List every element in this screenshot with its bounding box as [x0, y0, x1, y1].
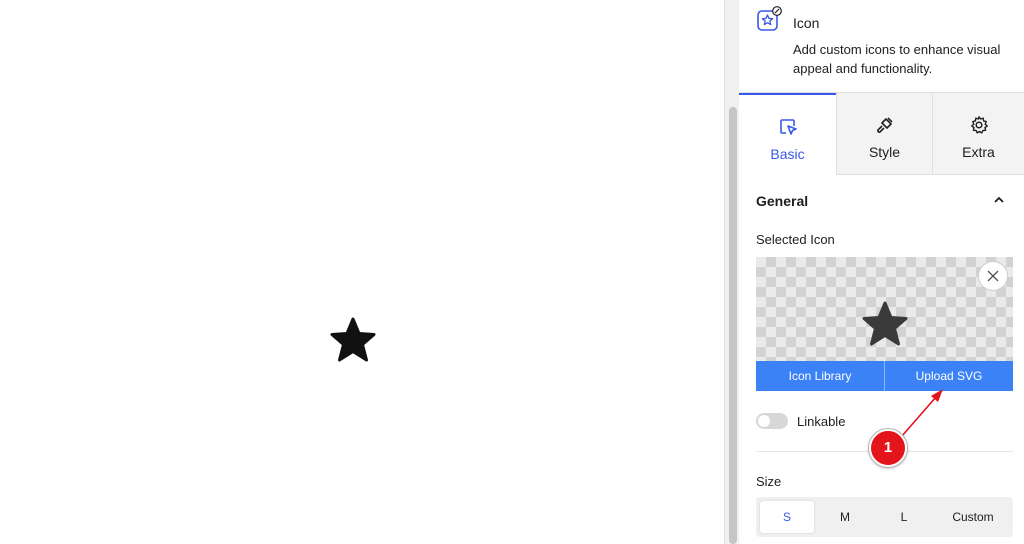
tab-style[interactable]: Style	[836, 93, 932, 175]
size-label: Size	[756, 474, 782, 489]
star-icon[interactable]	[329, 316, 377, 364]
selected-icon-label: Selected Icon	[756, 232, 835, 247]
size-option-m[interactable]: M	[818, 501, 872, 533]
tab-label: Basic	[770, 146, 805, 162]
close-icon	[987, 270, 999, 282]
tab-label: Extra	[962, 144, 995, 160]
remove-icon-button[interactable]	[979, 262, 1007, 290]
size-option-custom[interactable]: Custom	[936, 501, 1010, 533]
linkable-toggle[interactable]	[756, 413, 788, 429]
panel-tabs: Basic Style Extra	[739, 92, 1024, 175]
chevron-up-icon[interactable]	[992, 193, 1006, 207]
paint-brush-icon	[876, 117, 893, 133]
panel-scrollbar[interactable]	[724, 0, 739, 544]
icon-preview[interactable]	[756, 257, 1013, 361]
block-title: Icon	[793, 15, 820, 31]
size-option-l[interactable]: L	[877, 501, 931, 533]
upload-svg-button[interactable]: Upload SVG	[885, 361, 1013, 391]
step-number-badge: 1	[869, 429, 907, 467]
cursor-select-icon	[779, 119, 797, 135]
star-icon	[862, 301, 908, 346]
gear-icon	[970, 116, 988, 134]
size-option-s[interactable]: S	[760, 501, 814, 533]
block-card: Icon Add custom icons to enhance visual …	[739, 0, 1024, 92]
editor-canvas[interactable]	[0, 0, 724, 544]
toggle-knob	[758, 415, 770, 427]
section-title-general[interactable]: General	[756, 193, 808, 209]
size-selector: S M L Custom	[756, 497, 1013, 537]
scrollbar-thumb[interactable]	[729, 107, 737, 544]
icon-source-buttons: Icon Library Upload SVG	[756, 361, 1013, 391]
tab-extra[interactable]: Extra	[932, 93, 1024, 175]
linkable-label: Linkable	[797, 414, 846, 429]
icon-library-button[interactable]: Icon Library	[756, 361, 885, 391]
star-badge-icon	[757, 6, 782, 31]
block-description: Add custom icons to enhance visual appea…	[793, 42, 1001, 76]
tab-basic[interactable]: Basic	[739, 93, 836, 175]
tab-label: Style	[868, 144, 901, 160]
